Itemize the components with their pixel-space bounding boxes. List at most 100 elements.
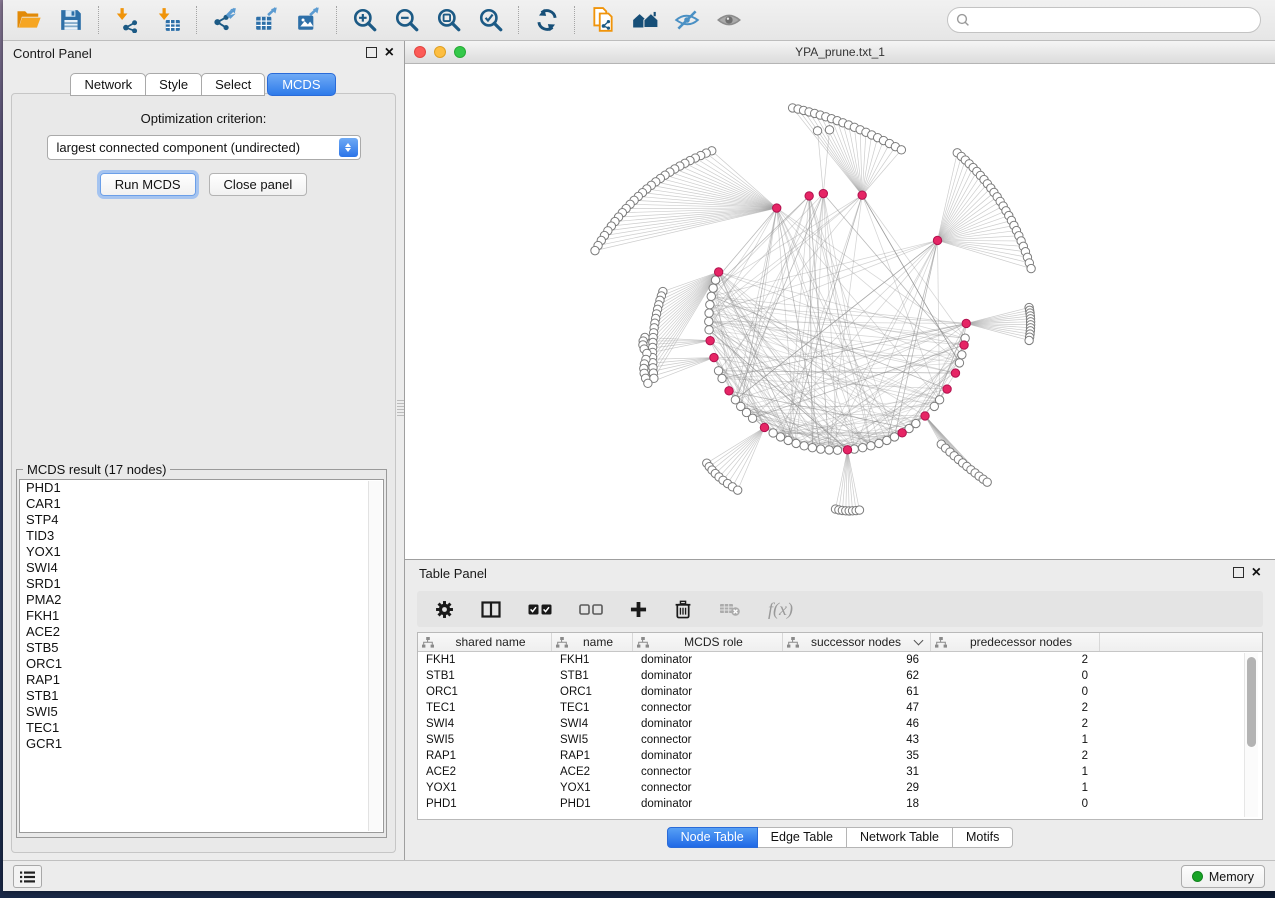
import-network-button[interactable] [107, 4, 147, 36]
result-item[interactable]: PMA2 [20, 592, 383, 608]
float-panel-icon[interactable] [366, 47, 377, 58]
result-item[interactable]: ORC1 [20, 656, 383, 672]
minimize-window-icon[interactable] [434, 46, 446, 58]
table-row-rap1[interactable]: RAP1RAP1dominator352 [418, 748, 1262, 764]
result-item[interactable]: STB5 [20, 640, 383, 656]
network-node[interactable] [858, 444, 866, 452]
deselect-all-button[interactable] [579, 604, 603, 615]
result-item[interactable]: TID3 [20, 528, 383, 544]
network-node[interactable] [706, 301, 714, 309]
network-leaf-node[interactable] [1027, 264, 1035, 272]
tab-network-table[interactable]: Network Table [847, 827, 953, 848]
network-leaf-node[interactable] [813, 127, 821, 135]
column-header-predecessor-nodes[interactable]: predecessor nodes [931, 633, 1100, 651]
network-node[interactable] [709, 284, 717, 292]
table-row-tec1[interactable]: TEC1TEC1connector472 [418, 700, 1262, 716]
network-dominator-node[interactable] [760, 423, 768, 431]
network-node[interactable] [808, 444, 816, 452]
tab-edge-table[interactable]: Edge Table [758, 827, 847, 848]
zoom-in-button[interactable] [345, 4, 385, 36]
network-dominator-node[interactable] [819, 189, 827, 197]
network-leaf-node[interactable] [855, 506, 863, 514]
open-file-button[interactable] [9, 4, 49, 36]
table-row-swi5[interactable]: SWI5SWI5connector431 [418, 732, 1262, 748]
column-header-successor-nodes[interactable]: successor nodes [783, 633, 931, 651]
table-row-phd1[interactable]: PHD1PHD1dominator180 [418, 796, 1262, 812]
network-leaf-node[interactable] [734, 486, 742, 494]
export-image-button[interactable] [289, 4, 329, 36]
split-view-button[interactable] [481, 601, 501, 618]
tab-style[interactable]: Style [145, 73, 202, 96]
network-node[interactable] [883, 436, 891, 444]
home-view-button[interactable] [625, 4, 665, 36]
network-dominator-node[interactable] [898, 429, 906, 437]
network-graph[interactable] [405, 64, 1275, 559]
status-menu-button[interactable] [13, 865, 42, 888]
hide-selected-button[interactable] [667, 4, 707, 36]
result-item[interactable]: STP4 [20, 512, 383, 528]
network-node[interactable] [705, 309, 713, 317]
add-column-button[interactable] [630, 601, 647, 618]
import-table-button[interactable] [149, 4, 189, 36]
table-row-orc1[interactable]: ORC1ORC1dominator610 [418, 684, 1262, 700]
network-dominator-node[interactable] [960, 341, 968, 349]
table-row-swi4[interactable]: SWI4SWI4dominator462 [418, 716, 1262, 732]
network-node[interactable] [833, 446, 841, 454]
mcds-result-list[interactable]: PHD1CAR1STP4TID3YOX1SWI4SRD1PMA2FKH1ACE2… [19, 479, 384, 833]
column-header-shared-name[interactable]: shared name [418, 633, 552, 651]
network-leaf-node[interactable] [897, 146, 905, 154]
zoom-out-button[interactable] [387, 4, 427, 36]
table-settings-button[interactable] [435, 600, 454, 619]
network-leaf-node[interactable] [825, 126, 833, 134]
table-row-yox1[interactable]: YOX1YOX1connector291 [418, 780, 1262, 796]
search-field[interactable] [947, 7, 1261, 33]
network-node[interactable] [784, 436, 792, 444]
network-leaf-node[interactable] [983, 478, 991, 486]
tab-mcds[interactable]: MCDS [267, 73, 335, 96]
network-leaf-node[interactable] [1025, 336, 1033, 344]
network-node[interactable] [958, 351, 966, 359]
close-table-panel-icon[interactable]: × [1252, 568, 1261, 578]
network-node[interactable] [817, 445, 825, 453]
network-dominator-node[interactable] [943, 385, 951, 393]
network-node[interactable] [792, 439, 800, 447]
column-header-mcds-role[interactable]: MCDS role [633, 633, 783, 651]
network-node[interactable] [955, 359, 963, 367]
delete-columns-button[interactable] [674, 600, 692, 619]
network-node[interactable] [711, 276, 719, 284]
result-list-scrollbar[interactable] [368, 481, 382, 831]
result-item[interactable]: YOX1 [20, 544, 383, 560]
export-table-button[interactable] [247, 4, 287, 36]
table-scrollbar-thumb[interactable] [1247, 657, 1256, 747]
result-item[interactable]: PHD1 [20, 480, 383, 496]
refresh-layout-button[interactable] [527, 4, 567, 36]
network-leaf-node[interactable] [644, 379, 652, 387]
result-item[interactable]: STB1 [20, 688, 383, 704]
network-dominator-node[interactable] [933, 236, 941, 244]
zoom-selected-button[interactable] [471, 4, 511, 36]
network-node[interactable] [867, 442, 875, 450]
table-row-fkh1[interactable]: FKH1FKH1dominator962 [418, 652, 1262, 668]
network-dominator-node[interactable] [714, 268, 722, 276]
network-leaf-node[interactable] [591, 246, 599, 254]
network-node[interactable] [825, 446, 833, 454]
table-row-ace2[interactable]: ACE2ACE2connector311 [418, 764, 1262, 780]
network-dominator-node[interactable] [706, 336, 714, 344]
network-node[interactable] [718, 374, 726, 382]
network-node[interactable] [800, 442, 808, 450]
apply-function-button[interactable]: f(x) [768, 599, 793, 620]
result-item[interactable]: ACE2 [20, 624, 383, 640]
network-node[interactable] [875, 439, 883, 447]
result-item[interactable]: GCR1 [20, 736, 383, 752]
network-dominator-node[interactable] [962, 319, 970, 327]
tab-node-table[interactable]: Node Table [667, 827, 758, 848]
criterion-dropdown[interactable]: largest connected component (undirected) [47, 135, 361, 160]
network-node[interactable] [890, 433, 898, 441]
network-dominator-node[interactable] [858, 191, 866, 199]
network-node[interactable] [705, 326, 713, 334]
save-session-button[interactable] [51, 4, 91, 36]
network-dominator-node[interactable] [805, 192, 813, 200]
delete-table-button[interactable] [719, 602, 741, 617]
result-item[interactable]: SWI4 [20, 560, 383, 576]
network-dominator-node[interactable] [725, 387, 733, 395]
